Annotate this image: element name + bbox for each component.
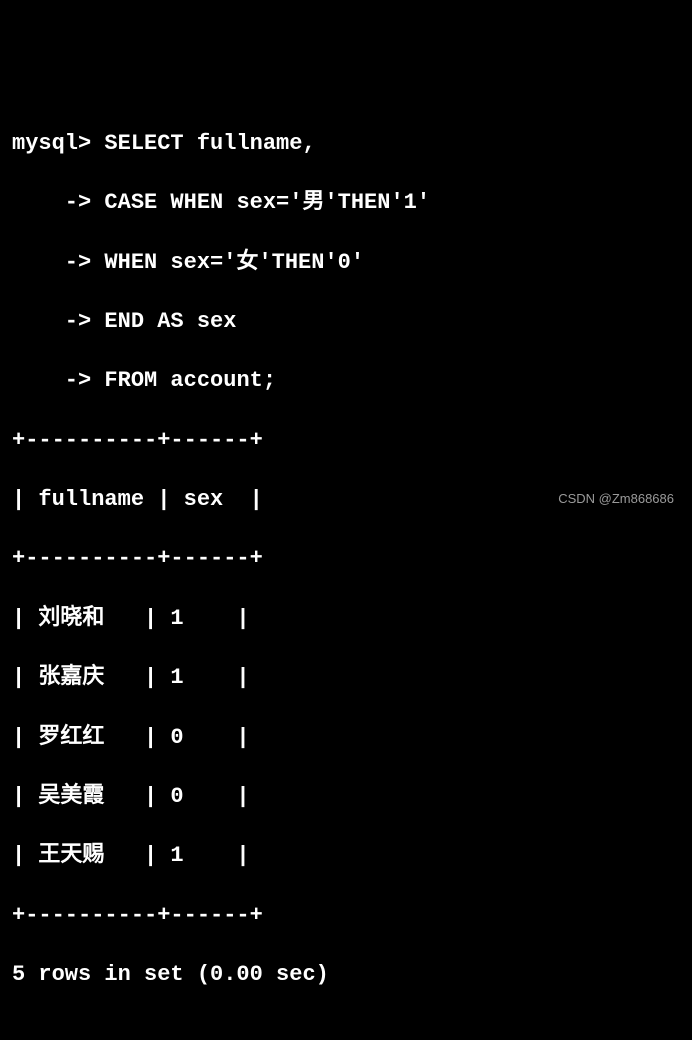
table-row: | 王天赐 | 1 | bbox=[12, 841, 680, 871]
table-row: | 刘晓和 | 1 | bbox=[12, 604, 680, 634]
table-border: +----------+------+ bbox=[12, 901, 680, 931]
continuation-prompt: -> bbox=[12, 250, 104, 275]
table-border: +----------+------+ bbox=[12, 426, 680, 456]
sql-cont-line: -> CASE WHEN sex='男'THEN'1' bbox=[12, 188, 680, 218]
continuation-prompt: -> bbox=[12, 190, 104, 215]
sql-prompt-line: mysql> SELECT fullname, bbox=[12, 129, 680, 159]
watermark: CSDN @Zm868686 bbox=[558, 490, 674, 508]
sql-cont-line: -> END AS sex bbox=[12, 307, 680, 337]
table-row: | 罗红红 | 0 | bbox=[12, 723, 680, 753]
sql-cont-line: -> FROM account; bbox=[12, 366, 680, 396]
table-row: | 张嘉庆 | 1 | bbox=[12, 663, 680, 693]
sql-text: FROM account; bbox=[104, 368, 276, 393]
sql-cont-line: -> WHEN sex='女'THEN'0' bbox=[12, 248, 680, 278]
sql-text: WHEN sex='女'THEN'0' bbox=[104, 250, 364, 275]
sql-text: CASE WHEN sex='男'THEN'1' bbox=[104, 190, 430, 215]
table-row: | 吴美霞 | 0 | bbox=[12, 782, 680, 812]
sql-text: END AS sex bbox=[104, 309, 236, 334]
result-summary: 5 rows in set (0.00 sec) bbox=[12, 960, 680, 990]
continuation-prompt: -> bbox=[12, 309, 104, 334]
continuation-prompt: -> bbox=[12, 368, 104, 393]
table-border: +----------+------+ bbox=[12, 544, 680, 574]
mysql-prompt: mysql> bbox=[12, 131, 104, 156]
sql-text: SELECT fullname, bbox=[104, 131, 315, 156]
